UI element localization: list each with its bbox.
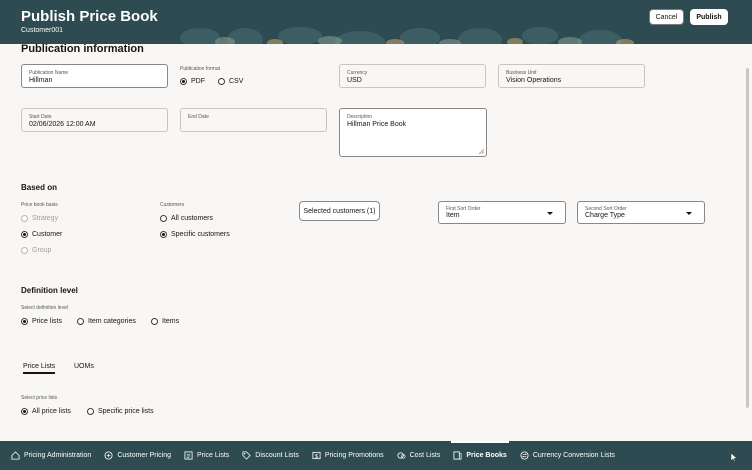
select-definition-level-label: Select definition level [21,305,68,311]
price-book-basis-label: Price book basis [21,202,58,208]
definition-radio-price-lists[interactable]: Price lists [21,318,62,325]
nav-price-books[interactable]: Price Books [451,441,510,470]
publish-button[interactable]: Publish [690,9,728,25]
tab-uoms[interactable]: UOMs [74,363,94,370]
second-sort-order-value: Charge Type [585,212,625,219]
basis-radio-strategy: Strategy [21,215,58,222]
nav-customer-pricing[interactable]: Customer Pricing [104,441,171,470]
radio-csv[interactable] [218,78,225,85]
end-date-field[interactable]: End Date [180,108,327,132]
nav-cost-lists[interactable]: Cost Lists [397,441,440,470]
radio-item-categories[interactable] [77,318,84,325]
home-icon [11,451,20,460]
format-radio-csv[interactable]: CSV [218,78,243,85]
radio-customer[interactable] [21,231,28,238]
customers-label: Customers [160,202,185,208]
currency-value: USD [347,77,362,84]
radio-strategy [21,215,28,222]
radio-pdf[interactable] [180,78,187,85]
chevron-down-icon[interactable] [547,212,553,215]
page-title: Publish Price Book [21,8,158,25]
nav-currency-conversion-lists[interactable]: Currency Conversion Lists [520,441,615,470]
customers-radio-all[interactable]: All customers [160,215,213,222]
cost-icon [397,452,406,459]
tag-icon [242,451,251,460]
publication-format-label: Publication format [180,66,221,72]
nav-price-lists[interactable]: Price Lists [184,441,229,470]
end-date-label: End Date [188,114,209,120]
first-sort-order-select[interactable]: First Sort Order Item [438,201,566,224]
chevron-down-icon[interactable] [686,212,692,215]
business-unit-value: Vision Operations [506,77,562,84]
scrollbar-thumb[interactable] [746,68,749,408]
start-date-field: Start Date 02/06/2026 12:00 AM [21,108,168,132]
scrollbar[interactable] [745,60,750,435]
promotion-icon: $ [312,451,321,460]
currency-label: Currency [347,70,368,76]
radio-price-lists[interactable] [21,318,28,325]
radio-all-customers[interactable] [160,215,167,222]
radio-specific-price-lists[interactable] [87,408,94,415]
resize-handle-icon[interactable] [479,149,484,154]
radio-group [21,247,28,254]
page-header: Publish Price Book Customer001 Cancel Pu… [0,0,752,44]
definition-radio-item-categories[interactable]: Item categories [77,318,136,325]
business-unit-field: Business Unit Vision Operations [498,64,645,88]
basis-radio-customer[interactable]: Customer [21,231,62,238]
select-price-lists-label: Select price lists [21,395,58,401]
start-date-value: 02/06/2026 12:00 AM [29,121,96,128]
price-list-icon [184,451,193,460]
page-subtitle: Customer001 [21,27,64,34]
description-label: Description [347,114,373,120]
svg-text:$: $ [315,454,318,460]
business-unit-label: Business Unit [506,70,537,76]
customer-pricing-icon [104,451,113,460]
based-on-heading: Based on [21,183,58,192]
price-lists-radio-specific[interactable]: Specific price lists [87,408,154,415]
price-lists-radio-all[interactable]: All price lists [21,408,71,415]
currency-icon [520,451,529,460]
radio-specific-customers[interactable] [160,231,167,238]
radio-all-price-lists[interactable] [21,408,28,415]
nav-discount-lists[interactable]: Discount Lists [242,441,299,470]
selected-customers-button[interactable]: Selected customers (1) [299,201,380,221]
price-book-icon [453,451,462,460]
cancel-button[interactable]: Cancel [649,9,684,25]
description-value: Hillman Price Book [347,121,407,128]
start-date-label: Start Date [29,114,52,120]
format-radio-pdf[interactable]: PDF [180,78,205,85]
description-field[interactable]: Description Hillman Price Book [339,108,487,157]
publication-heading: Publication information [21,44,144,55]
nav-pricing-administration[interactable]: Pricing Administration [11,441,91,470]
basis-radio-group: Group [21,247,51,254]
mouse-cursor-icon [731,453,738,463]
currency-field: Currency USD [339,64,486,88]
definition-radio-items[interactable]: Items [151,318,179,325]
customers-radio-specific[interactable]: Specific customers [160,231,230,238]
definition-level-heading: Definition level [21,286,78,295]
publication-name-label: Publication Name [29,70,69,76]
tab-price-lists[interactable]: Price Lists [23,363,56,374]
publication-name-value: Hillman [29,77,53,84]
radio-items[interactable] [151,318,158,325]
first-sort-order-value: Item [446,212,460,219]
nav-pricing-promotions[interactable]: $ Pricing Promotions [312,441,384,470]
publication-name-field[interactable]: Publication Name Hillman [21,64,168,88]
second-sort-order-select[interactable]: Second Sort Order Charge Type [577,201,705,224]
bottom-navigation: Pricing Administration Customer Pricing … [0,441,752,470]
